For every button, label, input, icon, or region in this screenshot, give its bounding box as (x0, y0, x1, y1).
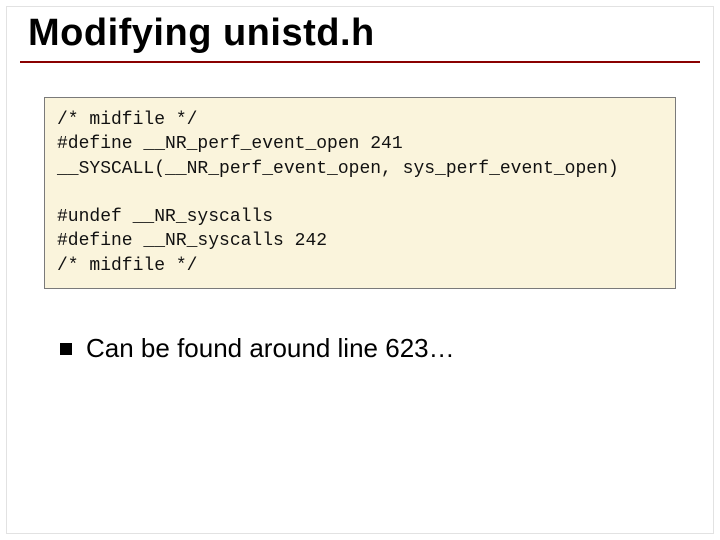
title-underline: Modifying unistd.h (20, 12, 700, 63)
code-line: __SYSCALL(__NR_perf_event_open, sys_perf… (57, 159, 619, 179)
code-line: #undef __NR_syscalls (57, 207, 273, 227)
code-blank-line (57, 181, 663, 205)
code-line: #define __NR_syscalls 242 (57, 231, 327, 251)
code-line: /* midfile */ (57, 256, 197, 276)
code-block: /* midfile */ #define __NR_perf_event_op… (44, 97, 676, 289)
bullet-text: Can be found around line 623… (86, 333, 455, 364)
square-bullet-icon (60, 343, 72, 355)
slide-title: Modifying unistd.h (28, 12, 700, 55)
code-line: #define __NR_perf_event_open 241 (57, 134, 403, 154)
slide: Modifying unistd.h /* midfile */ #define… (0, 0, 720, 540)
code-line: /* midfile */ (57, 110, 197, 130)
bullet-item: Can be found around line 623… (60, 333, 700, 364)
